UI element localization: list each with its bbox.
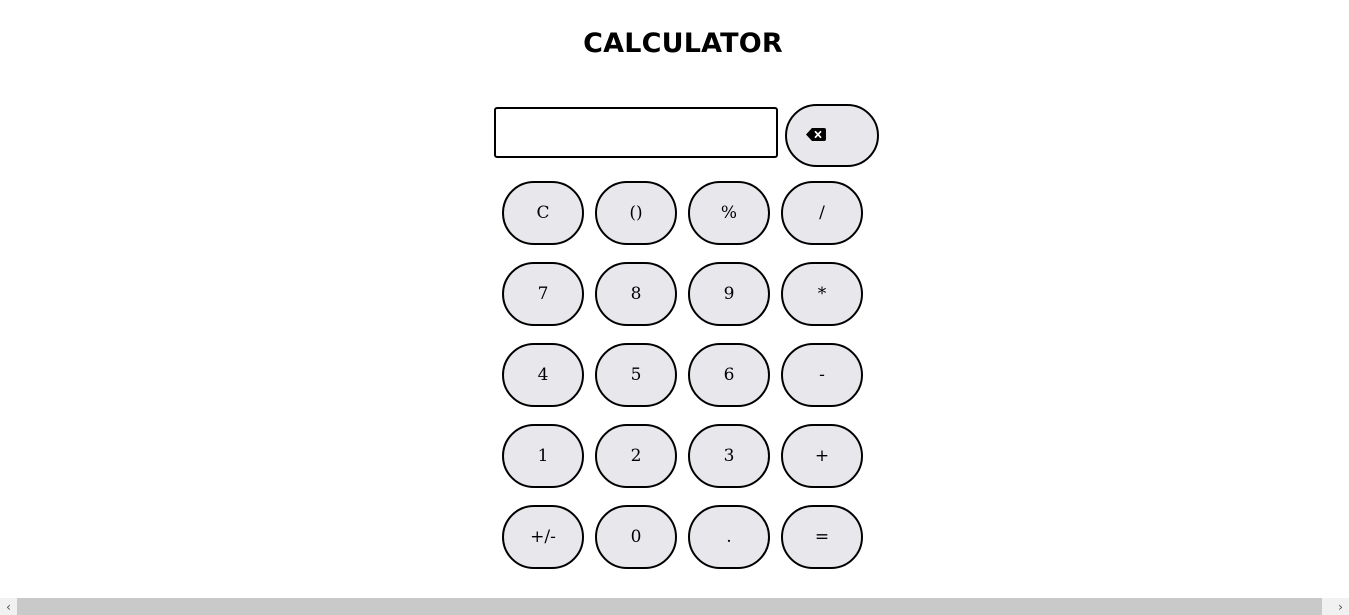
scrollbar-thumb[interactable] xyxy=(17,598,1322,615)
digit-4-button[interactable]: 4 xyxy=(502,343,584,407)
backspace-button[interactable] xyxy=(785,104,879,167)
multiply-button[interactable]: * xyxy=(781,262,863,326)
page-title: CALCULATOR xyxy=(583,28,783,59)
divide-button[interactable]: / xyxy=(781,181,863,245)
digit-8-button[interactable]: 8 xyxy=(595,262,677,326)
add-button[interactable]: + xyxy=(781,424,863,488)
equals-button[interactable]: = xyxy=(781,505,863,569)
calculator-display-input[interactable] xyxy=(494,107,778,158)
digit-0-button[interactable]: 0 xyxy=(595,505,677,569)
chevron-left-icon[interactable]: ‹ xyxy=(0,598,17,615)
percent-button[interactable]: % xyxy=(688,181,770,245)
digit-1-button[interactable]: 1 xyxy=(502,424,584,488)
clear-button[interactable]: C xyxy=(502,181,584,245)
digit-3-button[interactable]: 3 xyxy=(688,424,770,488)
chevron-right-icon[interactable]: › xyxy=(1332,598,1349,615)
negate-button[interactable]: +/- xyxy=(502,505,584,569)
horizontal-scrollbar[interactable]: ‹ › xyxy=(0,598,1349,615)
digit-5-button[interactable]: 5 xyxy=(595,343,677,407)
decimal-button[interactable]: . xyxy=(688,505,770,569)
keypad: C()%/ 7 8 9 * 4 5 6- 1 2 3 + +/- 0. = xyxy=(502,181,863,569)
digit-6-button[interactable]: 6 xyxy=(688,343,770,407)
digit-2-button[interactable]: 2 xyxy=(595,424,677,488)
subtract-button[interactable]: - xyxy=(781,343,863,407)
parentheses-button[interactable]: () xyxy=(595,181,677,245)
digit-9-button[interactable]: 9 xyxy=(688,262,770,326)
calculator-page: CALCULATOR C()%/ 7 8 9 * 4 5 6- 1 2 3 + +/- 0. = ‹ › xyxy=(0,0,1349,615)
backspace-icon xyxy=(806,127,826,144)
digit-7-button[interactable]: 7 xyxy=(502,262,584,326)
